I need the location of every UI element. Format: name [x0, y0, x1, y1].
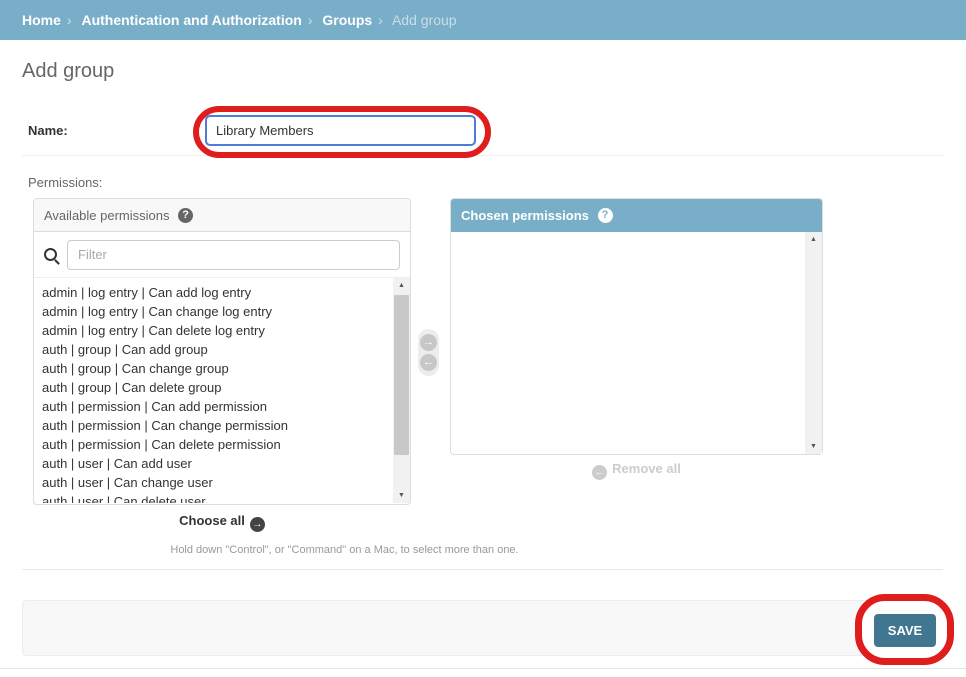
- scrollbar-thumb[interactable]: [394, 295, 409, 455]
- filter-input[interactable]: [67, 240, 400, 270]
- add-selected-arrow-icon[interactable]: →: [420, 334, 437, 351]
- remove-all-label: Remove all: [612, 461, 681, 476]
- breadcrumb-separator: ›: [67, 12, 72, 28]
- breadcrumb-link[interactable]: Home: [22, 12, 61, 28]
- chosen-permissions-title: Chosen permissions: [461, 208, 589, 223]
- remove-all-arrow-icon: ←: [592, 465, 607, 480]
- choose-all-link[interactable]: Choose all →: [33, 513, 411, 532]
- scroll-up-icon[interactable]: ▲: [805, 232, 822, 247]
- permission-option[interactable]: auth | user | Can change user: [42, 473, 388, 492]
- remove-all-link[interactable]: ← Remove all: [450, 461, 823, 480]
- available-permissions-box: Available permissions ? ▲ ▼ admin | log …: [33, 198, 411, 505]
- name-label: Name:: [28, 123, 68, 138]
- name-input[interactable]: [205, 115, 476, 146]
- page-title: Add group: [22, 60, 114, 83]
- scroll-up-icon[interactable]: ▲: [393, 278, 410, 293]
- choose-all-label: Choose all: [179, 513, 245, 528]
- breadcrumb-link[interactable]: Authentication and Authorization: [81, 12, 301, 28]
- permission-option[interactable]: auth | group | Can add group: [42, 340, 388, 359]
- permission-option[interactable]: admin | log entry | Can add log entry: [42, 283, 388, 302]
- breadcrumb-separator: ›: [308, 12, 313, 28]
- permission-option[interactable]: admin | log entry | Can delete log entry: [42, 321, 388, 340]
- chosen-list-scrollbar[interactable]: ▲ ▼: [805, 232, 822, 454]
- save-button[interactable]: SAVE: [874, 614, 936, 647]
- selector-mover: → ←: [418, 329, 439, 376]
- help-icon: ?: [178, 208, 193, 223]
- permissions-label: Permissions:: [28, 175, 102, 190]
- choose-all-arrow-icon: →: [250, 517, 265, 532]
- page-bottom-divider: [0, 668, 966, 669]
- submit-row: [22, 600, 943, 656]
- permission-option[interactable]: auth | permission | Can change permissio…: [42, 416, 388, 435]
- chosen-permissions-list: ▲ ▼: [451, 232, 822, 454]
- breadcrumb: Home› Authentication and Authorization› …: [0, 0, 966, 40]
- breadcrumb-separator: ›: [378, 12, 383, 28]
- breadcrumb-link[interactable]: Groups: [322, 12, 372, 28]
- remove-selected-arrow-icon[interactable]: ←: [420, 354, 437, 371]
- scroll-down-icon[interactable]: ▼: [393, 488, 410, 503]
- add-group-page: Home› Authentication and Authorization› …: [0, 0, 966, 677]
- search-icon: [44, 248, 57, 261]
- help-icon: ?: [598, 208, 613, 223]
- available-permissions-title: Available permissions: [44, 208, 170, 223]
- available-permissions-list: ▲ ▼ admin | log entry | Can add log entr…: [34, 278, 410, 503]
- breadcrumb-links: Home› Authentication and Authorization› …: [22, 12, 392, 28]
- chosen-permissions-box: Chosen permissions ? ▲ ▼: [450, 198, 823, 455]
- permission-option[interactable]: auth | group | Can delete group: [42, 378, 388, 397]
- permission-option[interactable]: auth | permission | Can add permission: [42, 397, 388, 416]
- permission-option[interactable]: auth | group | Can change group: [42, 359, 388, 378]
- content-divider: [22, 569, 943, 570]
- available-list-scrollbar[interactable]: ▲ ▼: [393, 278, 410, 503]
- permission-option[interactable]: auth | user | Can add user: [42, 454, 388, 473]
- permissions-help-text: Hold down "Control", or "Command" on a M…: [22, 544, 667, 556]
- available-permissions-header: Available permissions ?: [34, 199, 410, 232]
- name-row-divider: [22, 155, 943, 156]
- filter-row: [34, 232, 410, 278]
- permission-option[interactable]: admin | log entry | Can change log entry: [42, 302, 388, 321]
- permission-option[interactable]: auth | permission | Can delete permissio…: [42, 435, 388, 454]
- scroll-down-icon[interactable]: ▼: [805, 439, 822, 454]
- breadcrumb-current: Add group: [392, 12, 457, 28]
- permission-option[interactable]: auth | user | Can delete user: [42, 492, 388, 503]
- chosen-permissions-header: Chosen permissions ?: [451, 199, 822, 232]
